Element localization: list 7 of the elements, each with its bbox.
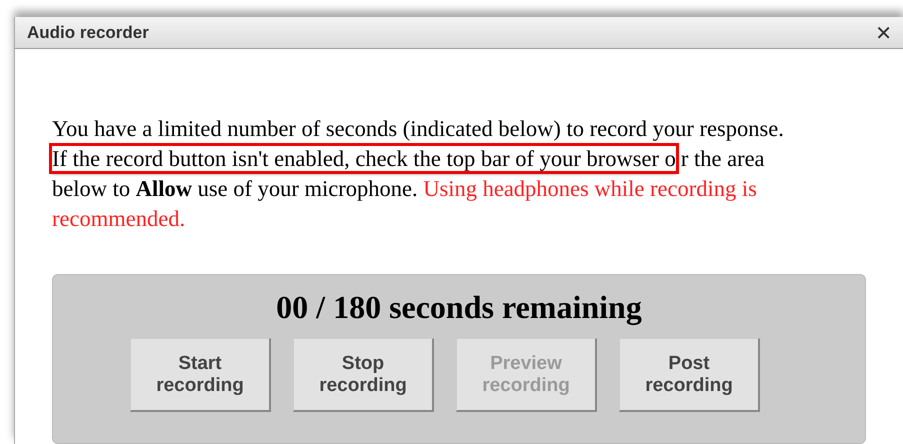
timer-text: 00 / 180 seconds remaining xyxy=(276,289,642,326)
instructions-text: You have a limited number of seconds (indicated below) to record your response. If the record button isn't enabled, check the top bar of your browser o r the area below to Allow use of your microphone. Using headphones while recording is recommended. xyxy=(52,114,797,234)
window-title: Audio recorder xyxy=(27,22,149,42)
recording-button[interactable]: Post recording xyxy=(619,338,760,412)
recording-button[interactable]: Stop recording xyxy=(293,338,434,412)
recording-button[interactable]: Start recording xyxy=(130,338,271,412)
close-button[interactable]: ✕ xyxy=(875,20,892,44)
